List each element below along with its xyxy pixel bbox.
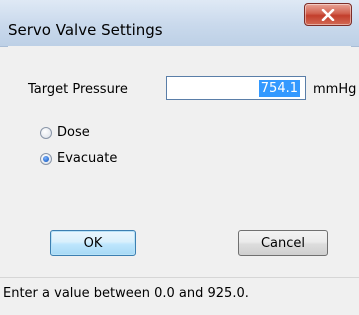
radio-dose[interactable]: Dose [40, 125, 90, 140]
radio-evacuate-label[interactable]: Evacuate [57, 151, 117, 166]
ok-button[interactable]: OK [50, 230, 136, 256]
pressure-unit-label: mmHg [313, 82, 357, 97]
status-bar: Enter a value between 0.0 and 925.0. [0, 277, 359, 315]
close-button[interactable] [304, 3, 352, 26]
radio-evacuate[interactable]: Evacuate [40, 151, 117, 166]
title-bar[interactable]: Servo Valve Settings [0, 0, 359, 47]
window-title: Servo Valve Settings [8, 21, 163, 39]
cancel-button[interactable]: Cancel [238, 230, 328, 256]
target-pressure-value: 754.1 [258, 80, 300, 97]
close-icon [305, 4, 351, 25]
radio-dose-label[interactable]: Dose [57, 125, 90, 140]
target-pressure-label: Target Pressure [28, 82, 128, 97]
target-pressure-input[interactable]: 754.1 [166, 76, 306, 100]
radio-evacuate-indicator[interactable] [40, 152, 52, 165]
servo-valve-settings-dialog: Servo Valve Settings Target Pressure 754… [0, 0, 359, 315]
radio-dose-indicator[interactable] [40, 126, 52, 139]
status-text: Enter a value between 0.0 and 925.0. [3, 286, 249, 301]
